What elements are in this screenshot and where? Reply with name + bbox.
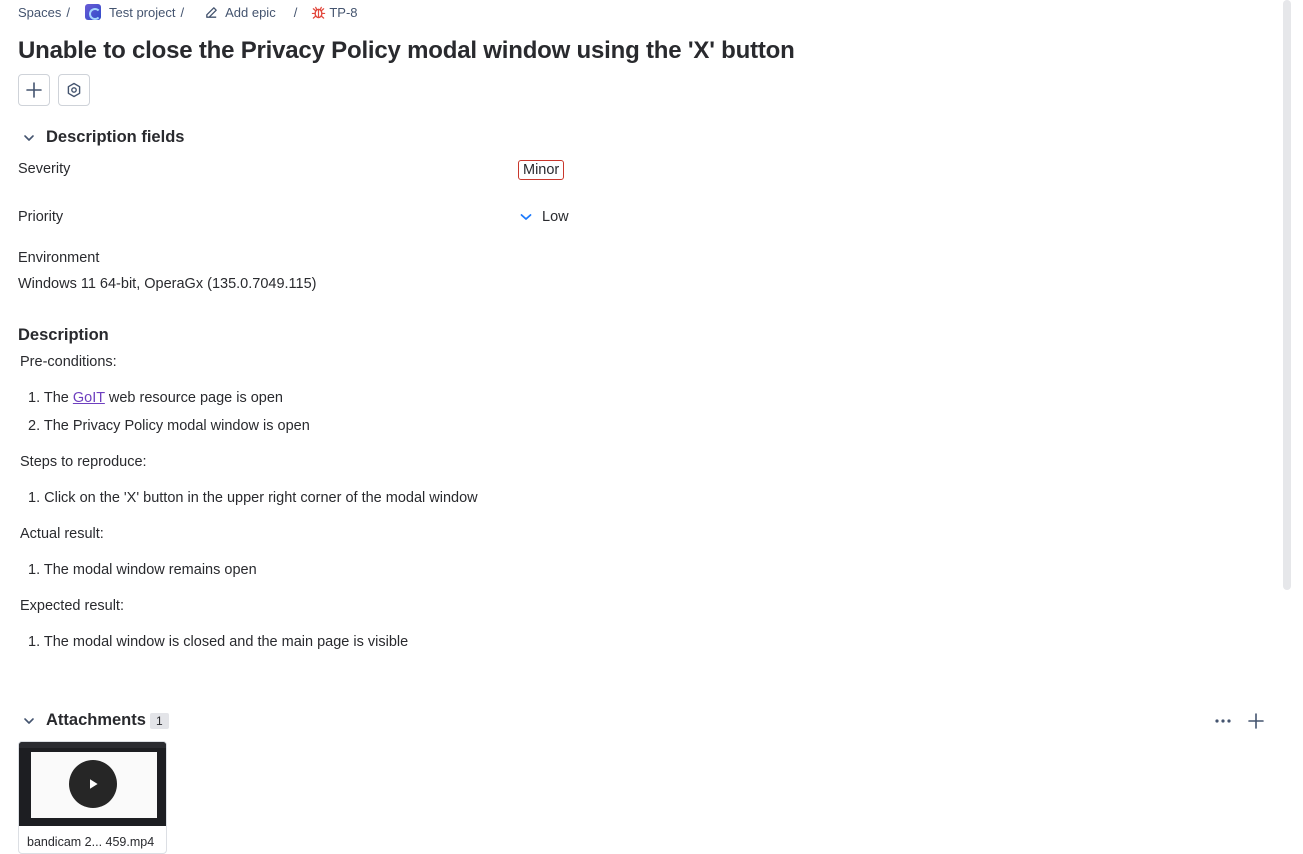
add-button[interactable] [18,74,50,106]
environment-value[interactable]: Windows 11 64-bit, OperaGx (135.0.7049.1… [18,276,317,292]
play-icon[interactable] [69,760,117,808]
add-attachment-icon[interactable] [1247,712,1265,730]
scrollbar[interactable] [1283,0,1291,590]
issue-page: Spaces / Test project / Add epic / TP-8 … [0,0,1303,854]
breadcrumb-separator: / [293,4,298,20]
expected-result-label: Expected result: [20,598,124,614]
breadcrumb-separator: / [180,4,185,20]
apps-button[interactable] [58,74,90,106]
list-item-text: 1. The [28,390,73,406]
severity-value: Minor [518,160,565,180]
priority-label: Priority [18,209,64,225]
settings-icon [66,82,82,98]
plus-icon [25,81,43,99]
breadcrumb-add-epic[interactable]: Add epic [225,5,276,20]
list-item-text: web resource page is open [104,390,283,406]
list-item: 2. The Privacy Policy modal window is op… [28,418,310,434]
attachments-count-badge: 1 [149,712,169,729]
environment-label: Environment [18,250,100,266]
description-heading: Description [18,326,109,344]
project-icon [85,4,101,20]
list-item: 1. The GoIT web resource page is open [28,390,283,406]
more-icon[interactable] [1213,711,1233,731]
attachment-card[interactable]: bandicam 2... 459.mp4 [18,741,167,854]
chevron-down-icon [22,131,38,145]
preconditions-label: Pre-conditions: [20,354,117,370]
steps-label: Steps to reproduce: [20,454,147,470]
issue-title[interactable]: Unable to close the Privacy Policy modal… [18,37,795,65]
list-item: 1. Click on the 'X' button in the upper … [28,490,478,506]
list-item: 1. The modal window is closed and the ma… [28,634,409,650]
list-item: 1. The modal window remains open [28,562,257,578]
priority-field[interactable]: Low [518,209,569,225]
actual-result-label: Actual result: [20,526,104,542]
priority-low-icon [520,211,532,223]
attachments-toggle[interactable]: Attachments 1 [22,711,169,730]
goit-link[interactable]: GoIT [73,390,105,406]
breadcrumb-project[interactable]: Test project [109,5,175,20]
bug-icon [311,5,326,20]
breadcrumb-spaces[interactable]: Spaces [18,5,61,20]
edit-icon [204,5,219,20]
thumbnail-titlebar [19,742,166,748]
attachment-file-name: bandicam 2... 459.mp4 [27,835,155,849]
breadcrumb-issue-key[interactable]: TP-8 [329,5,357,20]
breadcrumb: Spaces / Test project / Add epic / TP-8 [18,3,358,21]
description-fields-heading: Description fields [46,128,185,146]
priority-value: Low [542,209,569,225]
breadcrumb-separator: / [66,4,70,20]
video-thumbnail [19,742,166,826]
severity-field[interactable]: Minor [518,160,565,180]
chevron-down-icon [22,714,38,728]
attachments-heading: Attachments [46,711,146,729]
attachments-toolbar [1213,711,1265,731]
description-fields-toggle[interactable]: Description fields [22,128,184,147]
severity-label: Severity [18,161,71,177]
